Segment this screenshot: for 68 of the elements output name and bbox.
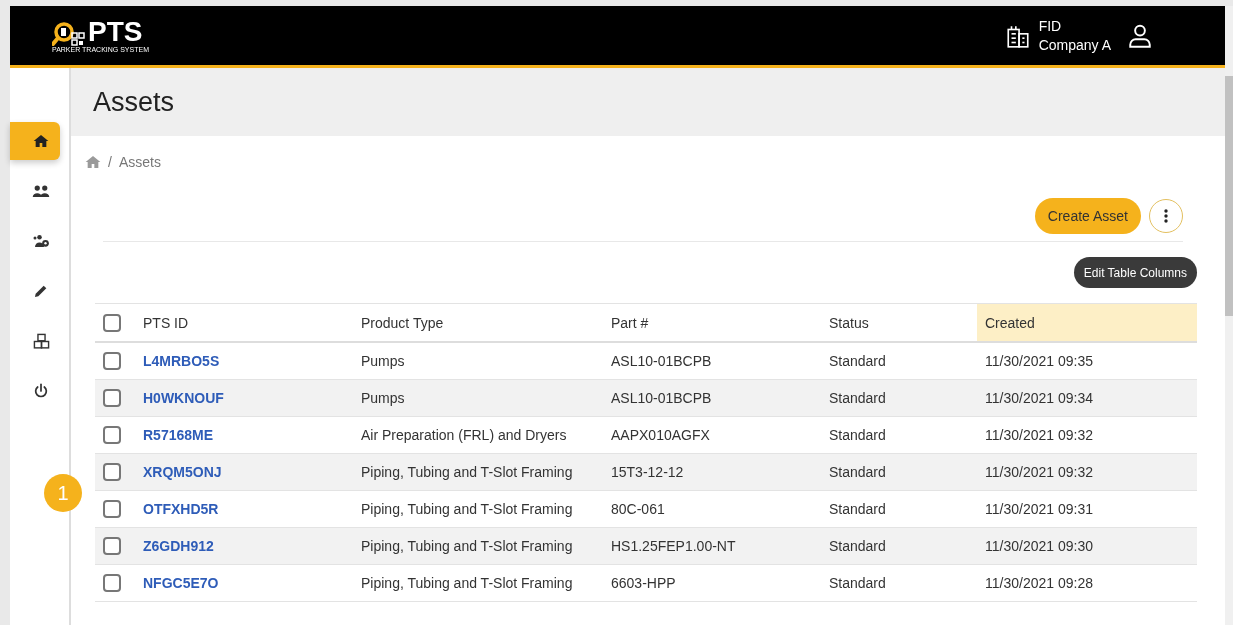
table-cell: HS1.25FEP1.00-NT (611, 538, 736, 554)
checkbox[interactable] (103, 463, 121, 481)
asset-id-link[interactable]: XRQM5ONJ (143, 464, 222, 480)
user-icon[interactable] (1127, 22, 1153, 49)
asset-id-link[interactable]: H0WKNOUF (143, 390, 224, 406)
checkbox[interactable] (103, 500, 121, 518)
table-cell: ASL10-01BCPB (611, 353, 712, 369)
asset-id-link[interactable]: NFGC5E7O (143, 575, 219, 591)
checkbox[interactable] (103, 313, 121, 332)
column-header[interactable]: PTS ID (135, 303, 353, 342)
asset-id-link[interactable]: R57168ME (143, 427, 214, 443)
table-cell: 11/30/2021 09:32 (985, 427, 1093, 443)
table-cell: ASL10-01BCPB (611, 390, 712, 406)
sidebar-item[interactable] (10, 122, 60, 160)
boxes-icon (32, 332, 50, 350)
checkbox[interactable] (103, 574, 121, 592)
users-gear-icon (32, 232, 50, 250)
home-icon[interactable] (85, 154, 101, 170)
table-cell: 6603-HPP (611, 575, 676, 591)
table-cell: Standard (829, 464, 886, 480)
table-cell: 15T3-12-12 (611, 464, 684, 480)
power-icon (33, 383, 49, 399)
asset-id-link[interactable]: Z6GDH912 (143, 538, 214, 554)
users-icon (32, 182, 50, 200)
company-name: Company A (1038, 35, 1111, 55)
column-header[interactable]: Product Type (353, 303, 603, 342)
table-cell: AAPX010AGFX (611, 427, 710, 443)
asset-id-link[interactable]: OTFXHD5R (143, 501, 219, 517)
table-cell: Air Preparation (FRL) and Dryers (361, 427, 567, 443)
table-cell: Piping, Tubing and T-Slot Framing (361, 501, 573, 517)
table-cell: 11/30/2021 09:35 (985, 353, 1093, 369)
table-cell: Piping, Tubing and T-Slot Framing (361, 464, 573, 480)
table-cell: 11/30/2021 09:34 (985, 390, 1093, 406)
table-cell: Pumps (361, 390, 405, 406)
table-cell: Piping, Tubing and T-Slot Framing (361, 538, 573, 554)
breadcrumb-item: Assets (118, 154, 161, 170)
page-title: Assets (93, 86, 175, 118)
checkbox[interactable] (103, 426, 121, 444)
table-cell: 11/30/2021 09:30 (985, 538, 1093, 554)
table-cell: Standard (829, 427, 886, 443)
table-cell: Standard (829, 575, 886, 591)
checkbox[interactable] (103, 389, 121, 407)
table-cell: 80C-061 (611, 501, 665, 517)
table-cell: Standard (829, 501, 886, 517)
table-cell: Piping, Tubing and T-Slot Framing (361, 575, 573, 591)
column-header[interactable]: Part # (603, 303, 821, 342)
table-cell: 11/30/2021 09:32 (985, 464, 1093, 480)
kebab-icon (1164, 209, 1168, 223)
scrollbar-thumb[interactable] (1225, 76, 1233, 316)
logo-text: PTS (88, 18, 144, 46)
create-asset-button[interactable]: Create Asset (1034, 198, 1141, 234)
column-header[interactable]: Created (977, 303, 1197, 342)
table-cell: 11/30/2021 09:31 (985, 501, 1093, 517)
checkbox[interactable] (103, 537, 121, 555)
table-cell: Standard (829, 538, 886, 554)
more-options-button[interactable] (1149, 199, 1183, 233)
checkbox[interactable] (103, 352, 121, 370)
edit-table-columns-button[interactable]: Edit Table Columns (1073, 257, 1197, 288)
home-icon (33, 133, 49, 149)
table-cell: Standard (829, 390, 886, 406)
breadcrumb-separator: / (108, 154, 112, 170)
table-cell: Standard (829, 353, 886, 369)
asset-id-link[interactable]: L4MRBO5S (143, 353, 220, 369)
table-cell: 11/30/2021 09:28 (985, 575, 1093, 591)
company-code: FID (1038, 16, 1063, 36)
scrollbar[interactable] (1225, 6, 1233, 625)
pencil-icon (33, 283, 49, 299)
table-cell: Pumps (361, 353, 405, 369)
